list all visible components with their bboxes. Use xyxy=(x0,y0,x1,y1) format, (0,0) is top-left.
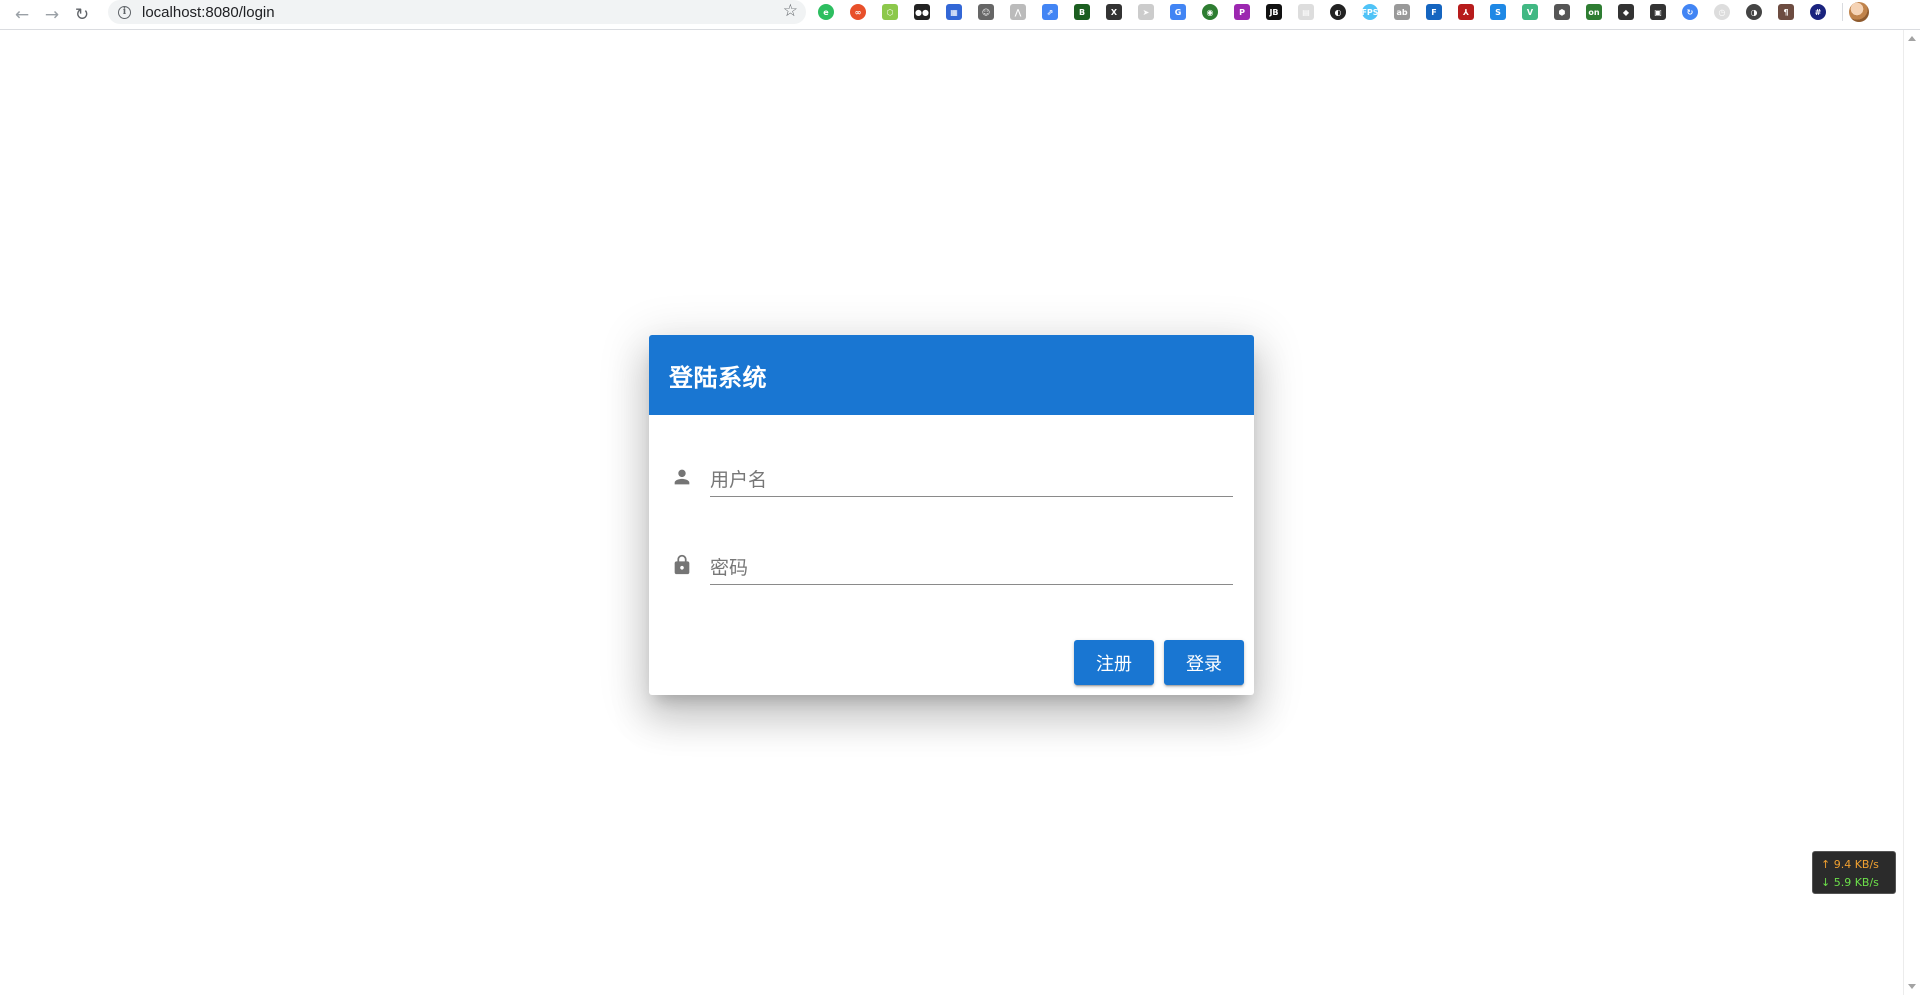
github-icon[interactable]: ◐ xyxy=(1330,4,1346,20)
hash-icon[interactable]: # xyxy=(1810,4,1826,20)
scroll-up-arrow-icon[interactable] xyxy=(1908,36,1916,41)
site-info-icon[interactable]: i xyxy=(118,5,131,19)
jb-icon[interactable]: JB xyxy=(1266,4,1282,20)
ab-icon[interactable]: ab xyxy=(1394,4,1410,20)
nodejs-icon[interactable]: ⬡ xyxy=(882,4,898,20)
cube-icon[interactable]: ◆ xyxy=(1618,4,1634,20)
f-icon[interactable]: F xyxy=(1426,4,1442,20)
download-speed: ↓ 5.9 KB/s xyxy=(1821,876,1879,889)
share-icon[interactable]: ⇗ xyxy=(1042,4,1058,20)
extensions-bar: e ∞ ⬡ ●● ▦ ☺ ⋀ ⇗ B X ➤ G ◉ P JB ▤ ◐ FPS ab F ⅄ S V ⬢ on ◆ ▣ ↻ ◷ ◑ ¶ # xyxy=(818,1,1869,23)
password-input[interactable] xyxy=(710,541,1233,585)
x-icon[interactable]: X xyxy=(1106,4,1122,20)
moon-icon[interactable]: ◑ xyxy=(1746,4,1762,20)
url-text[interactable]: localhost:8080/login xyxy=(142,4,275,21)
username-field xyxy=(671,453,1233,503)
send-icon[interactable]: ➤ xyxy=(1138,4,1154,20)
globe-icon[interactable]: ◉ xyxy=(1202,4,1218,20)
register-button[interactable]: 注册 xyxy=(1074,640,1154,685)
s-icon[interactable]: S xyxy=(1490,4,1506,20)
back-arrow-icon[interactable]: ← xyxy=(7,4,37,26)
infinity-icon[interactable]: ∞ xyxy=(850,4,866,20)
reload-icon[interactable]: ↻ xyxy=(67,4,97,26)
page-scrollbar[interactable] xyxy=(1903,30,1920,995)
network-speed-widget: ↑ 9.4 KB/s ↓ 5.9 KB/s xyxy=(1812,851,1896,894)
refresh-check-icon[interactable]: ↻ xyxy=(1682,4,1698,20)
username-input[interactable] xyxy=(710,453,1233,497)
pilcrow-icon[interactable]: ¶ xyxy=(1778,4,1794,20)
login-button[interactable]: 登录 xyxy=(1164,640,1244,685)
profile-avatar-icon[interactable] xyxy=(1849,2,1869,22)
jp-icon[interactable]: P xyxy=(1234,4,1250,20)
login-title: 登陆系统 xyxy=(669,363,767,392)
login-card: 登陆系统 注册 登录 xyxy=(649,335,1254,695)
toolbar-separator xyxy=(1842,3,1843,21)
cat-icon[interactable]: ☺ xyxy=(978,4,994,20)
scroll-down-arrow-icon[interactable] xyxy=(1908,984,1916,989)
glasses-icon[interactable]: ●● xyxy=(914,4,930,20)
clock-icon[interactable]: ◷ xyxy=(1714,4,1730,20)
pdf-icon[interactable]: ⅄ xyxy=(1458,4,1474,20)
address-bar[interactable]: i localhost:8080/login ☆ xyxy=(108,0,806,24)
evernote-icon[interactable]: e xyxy=(818,4,834,20)
calendar-icon[interactable]: ▦ xyxy=(946,4,962,20)
screen-icon[interactable]: ▣ xyxy=(1650,4,1666,20)
page-icon[interactable]: ▤ xyxy=(1298,4,1314,20)
person-icon xyxy=(674,469,690,485)
upload-speed: ↑ 9.4 KB/s xyxy=(1821,858,1879,871)
fps-icon[interactable]: FPS xyxy=(1361,4,1379,20)
lock-icon xyxy=(674,554,690,575)
translate-icon[interactable]: G xyxy=(1170,4,1186,20)
hex-icon[interactable]: ⬢ xyxy=(1554,4,1570,20)
list-on-icon[interactable]: on xyxy=(1586,4,1602,20)
login-card-header: 登陆系统 xyxy=(649,335,1254,415)
browser-toolbar: ← → ↻ i localhost:8080/login ☆ e ∞ ⬡ ●● ▦ ☺ ⋀ ⇗… xyxy=(0,0,1920,30)
b-icon[interactable]: B xyxy=(1074,4,1090,20)
vue-icon[interactable]: V xyxy=(1522,4,1538,20)
password-field xyxy=(671,541,1233,591)
forward-arrow-icon[interactable]: → xyxy=(37,4,67,26)
wave-icon[interactable]: ⋀ xyxy=(1010,4,1026,20)
bookmark-star-icon[interactable]: ☆ xyxy=(783,1,798,21)
